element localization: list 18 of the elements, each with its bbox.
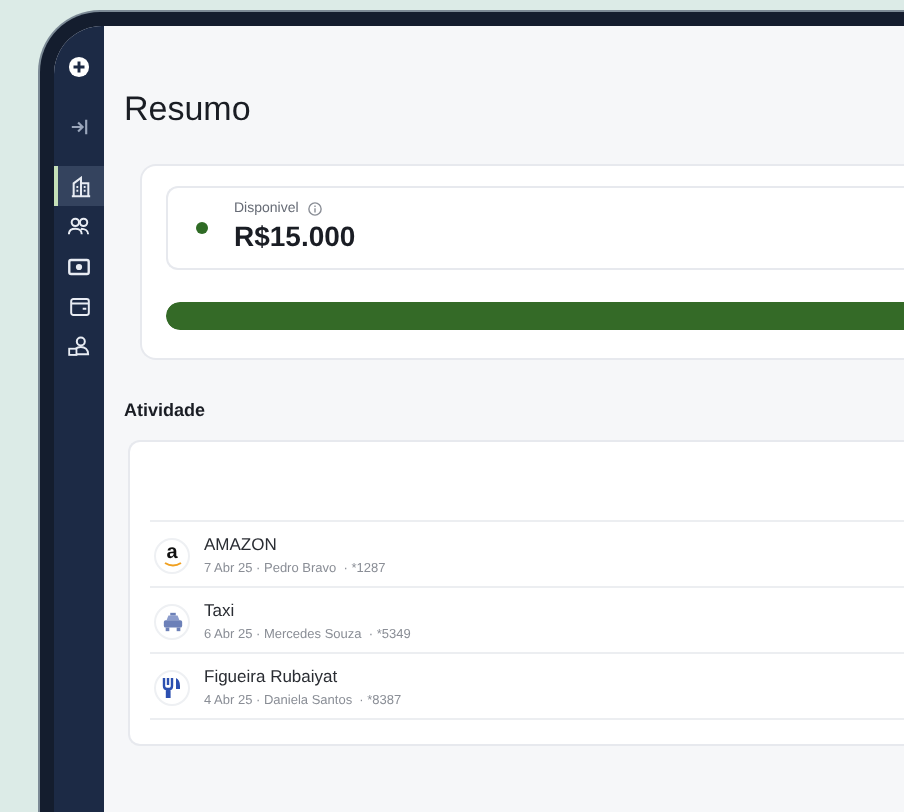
section-heading: Atividade [124,400,208,420]
merchant-name: Figueira Rubaiyat [204,666,340,686]
building-icon[interactable] [70,175,92,197]
add-icon[interactable] [68,55,90,77]
merchant-name: AMAZON [204,534,279,554]
collapse-icon[interactable] [70,117,88,135]
car-icon [154,603,190,639]
wallet-icon[interactable] [69,297,89,315]
merchant-logo: a [154,537,190,573]
balance-amount: R$15.000 [234,220,356,252]
person-card-icon[interactable] [68,336,90,356]
merchant-name: Taxi [204,600,237,620]
people-icon[interactable] [68,216,90,236]
info-icon[interactable] [308,202,323,216]
banknote-icon[interactable] [68,257,90,275]
cutlery-icon [154,669,190,705]
page-title: Resumo [124,90,253,130]
status-dot [196,221,208,233]
